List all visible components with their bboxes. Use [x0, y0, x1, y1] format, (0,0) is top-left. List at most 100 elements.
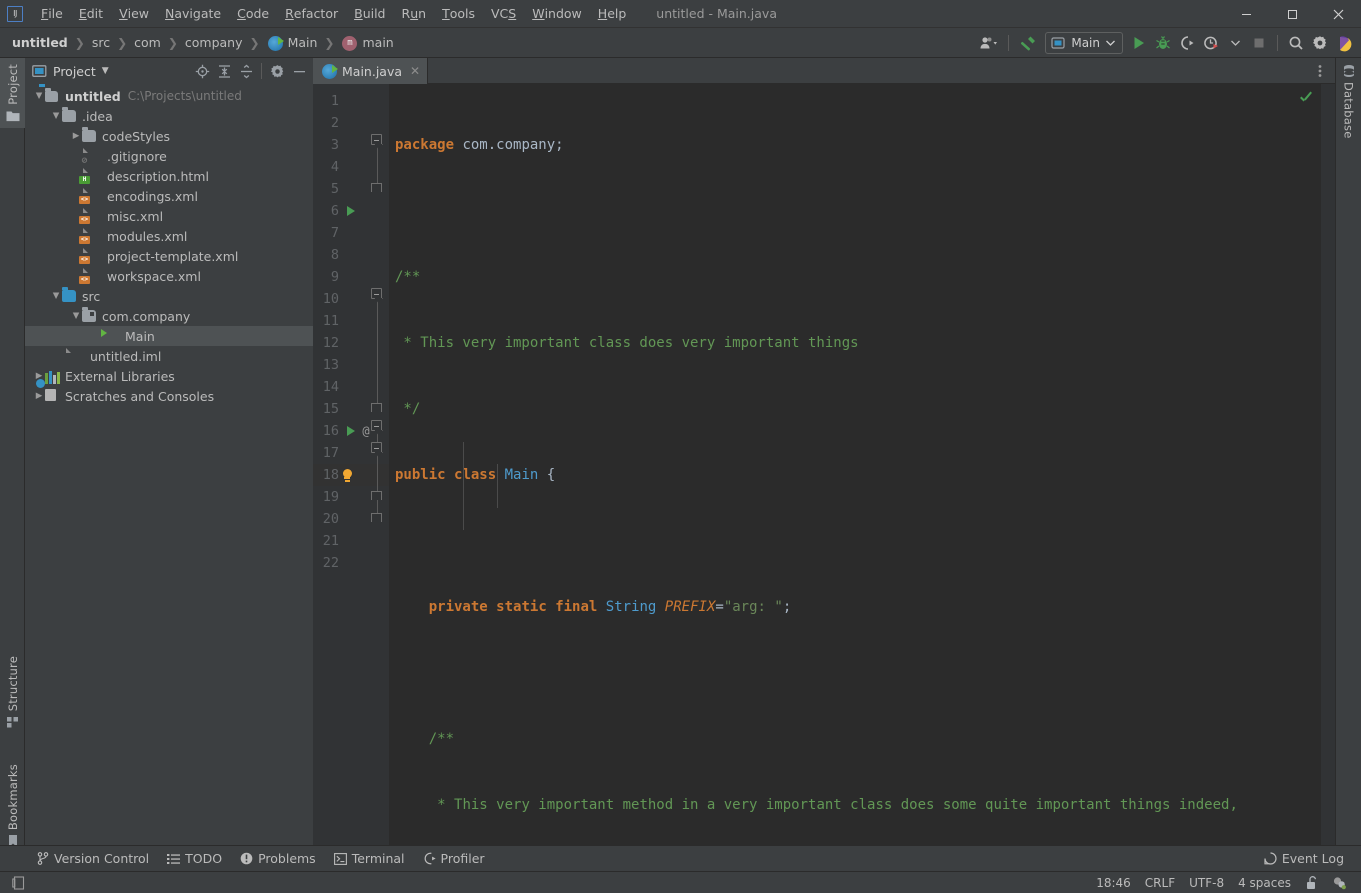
twisty-collapsed-icon[interactable]: ▶: [33, 392, 45, 401]
tree-node-encodings-xml[interactable]: <> encodings.xml: [25, 186, 313, 206]
run-with-coverage-button[interactable]: [1176, 32, 1198, 54]
no-problems-check-icon[interactable]: [1299, 92, 1313, 106]
inspection-level-icon[interactable]: [1332, 876, 1347, 890]
profile-button[interactable]: [1200, 32, 1222, 54]
memory-indicator-icon[interactable]: [12, 875, 25, 890]
close-icon[interactable]: ✕: [410, 64, 420, 78]
fold-marker-collapse[interactable]: [371, 288, 382, 299]
tree-node-modules-xml[interactable]: <> modules.xml: [25, 226, 313, 246]
run-class-gutter-icon[interactable]: [343, 201, 359, 221]
tree-node-untitled-iml[interactable]: untitled.iml: [25, 346, 313, 366]
menu-window[interactable]: Window: [524, 0, 590, 27]
menu-help[interactable]: Help: [590, 0, 635, 27]
menu-edit[interactable]: Edit: [71, 0, 111, 27]
intention-bulb-icon[interactable]: [339, 465, 355, 485]
tool-window-problems[interactable]: Problems: [233, 848, 323, 870]
tree-node-untitled[interactable]: ▼ untitled C:\Projects\untitled: [25, 84, 313, 106]
breadcrumb-company[interactable]: company: [182, 33, 246, 52]
error-stripe-gutter[interactable]: [1321, 84, 1335, 845]
unlocked-icon[interactable]: [1305, 875, 1318, 890]
menu-vcs[interactable]: VC S: [483, 0, 524, 27]
sidebar-item-bookmarks[interactable]: Bookmarks: [0, 758, 25, 854]
settings-button[interactable]: [1309, 32, 1331, 54]
tool-window-event-log[interactable]: Event Log: [1257, 848, 1351, 870]
breadcrumb-untitled[interactable]: untitled: [9, 33, 71, 52]
run-button[interactable]: [1128, 32, 1150, 54]
menu-run[interactable]: Run: [394, 0, 435, 27]
project-tree[interactable]: ▼ untitled C:\Projects\untitled ▼ .idea …: [25, 84, 313, 845]
sidebar-item-project[interactable]: Project: [0, 58, 25, 128]
tool-window-profiler[interactable]: Profiler: [416, 848, 492, 870]
hide-icon[interactable]: [289, 61, 309, 81]
breadcrumb-main-method[interactable]: main: [338, 33, 396, 53]
xml-file-icon: <>: [79, 276, 90, 284]
menu-build[interactable]: Build: [346, 0, 393, 27]
status-encoding[interactable]: UTF-8: [1189, 876, 1224, 890]
fold-marker-collapse[interactable]: [371, 442, 382, 453]
tree-node-description-html[interactable]: H description.html: [25, 166, 313, 186]
search-everywhere-button[interactable]: [1285, 32, 1307, 54]
tree-node-project-template-xml[interactable]: <> project-template.xml: [25, 246, 313, 266]
tree-node-workspace-xml[interactable]: <> workspace.xml: [25, 266, 313, 286]
fold-marker-collapse[interactable]: [371, 420, 382, 431]
status-line-separator[interactable]: CRLF: [1145, 876, 1175, 890]
tool-window-terminal[interactable]: Terminal: [327, 848, 412, 870]
run-configuration-selector[interactable]: Main: [1045, 32, 1123, 54]
fold-marker-end[interactable]: [371, 183, 382, 192]
tab-main-java[interactable]: Main.java ✕: [313, 58, 429, 84]
tree-node-codestyles[interactable]: ▶ codeStyles: [25, 126, 313, 146]
breadcrumb-main-class[interactable]: Main: [264, 33, 321, 53]
tree-node-idea[interactable]: ▼ .idea: [25, 106, 313, 126]
tree-node-main-class[interactable]: Main: [25, 326, 313, 346]
twisty-collapsed-icon[interactable]: ▶: [70, 132, 82, 141]
breadcrumb-com[interactable]: com: [131, 33, 164, 52]
tree-node-com-company[interactable]: ▼ com.company: [25, 306, 313, 326]
code-editor[interactable]: 1 2 3 4 5 6 7 8 9 10 11 12 13 14 15 16 @…: [313, 84, 1335, 845]
tree-node-gitignore[interactable]: ⊘ .gitignore: [25, 146, 313, 166]
menu-file[interactable]: File: [33, 0, 71, 27]
twisty-expanded-icon[interactable]: ▼: [50, 112, 62, 121]
tool-window-todo[interactable]: TODO: [160, 848, 229, 870]
maximize-button[interactable]: [1269, 0, 1315, 28]
menu-code[interactable]: Code: [229, 0, 277, 27]
hammer-icon[interactable]: [1016, 32, 1040, 54]
twisty-expanded-icon[interactable]: ▼: [33, 92, 45, 101]
minimize-button[interactable]: [1223, 0, 1269, 28]
locate-icon[interactable]: [192, 61, 212, 81]
run-method-gutter-icon[interactable]: [343, 421, 359, 441]
vertical-dots-icon[interactable]: [1311, 58, 1329, 84]
chevron-down-icon[interactable]: ▼: [102, 66, 109, 76]
breadcrumb-src[interactable]: src: [89, 33, 113, 52]
collapse-all-icon[interactable]: [236, 61, 256, 81]
tree-node-misc-xml[interactable]: <> misc.xml: [25, 206, 313, 226]
fold-marker-end[interactable]: [371, 513, 382, 522]
sidebar-item-database[interactable]: Database: [1336, 58, 1361, 144]
menu-refactor[interactable]: Refactor: [277, 0, 346, 27]
ai-assistant-button[interactable]: [1333, 32, 1355, 54]
status-time[interactable]: 18:46: [1096, 876, 1131, 890]
fold-marker-collapse[interactable]: [371, 134, 382, 145]
expand-all-icon[interactable]: [214, 61, 234, 81]
menu-view[interactable]: View: [111, 0, 157, 27]
menu-tools[interactable]: Tools: [434, 0, 483, 27]
tool-window-version-control[interactable]: Version Control: [30, 848, 156, 870]
debug-button[interactable]: [1152, 32, 1174, 54]
user-icon[interactable]: [977, 32, 1001, 54]
tree-node-src[interactable]: ▼ src: [25, 286, 313, 306]
tree-node-scratches-and-consoles[interactable]: ▶ Scratches and Consoles: [25, 379, 313, 406]
stop-button[interactable]: [1248, 32, 1270, 54]
gear-icon[interactable]: [267, 61, 287, 81]
code-text-area[interactable]: package com.company; /** * This very imp…: [389, 84, 1335, 845]
profile-dropdown[interactable]: [1224, 32, 1246, 54]
window-title: untitled - Main.java: [656, 6, 777, 21]
editor-gutter[interactable]: 1 2 3 4 5 6 7 8 9 10 11 12 13 14 15 16 @…: [313, 84, 389, 845]
twisty-expanded-icon[interactable]: ▼: [50, 292, 62, 301]
sidebar-item-structure[interactable]: Structure: [0, 650, 25, 734]
fold-marker-end[interactable]: [371, 491, 382, 500]
close-button[interactable]: [1315, 0, 1361, 28]
status-indent[interactable]: 4 spaces: [1238, 876, 1291, 890]
twisty-expanded-icon[interactable]: ▼: [70, 312, 82, 321]
fold-marker-end[interactable]: [371, 403, 382, 412]
tree-node-external-libraries[interactable]: ▶ External Libraries: [25, 366, 313, 386]
menu-navigate[interactable]: Navigate: [157, 0, 229, 27]
